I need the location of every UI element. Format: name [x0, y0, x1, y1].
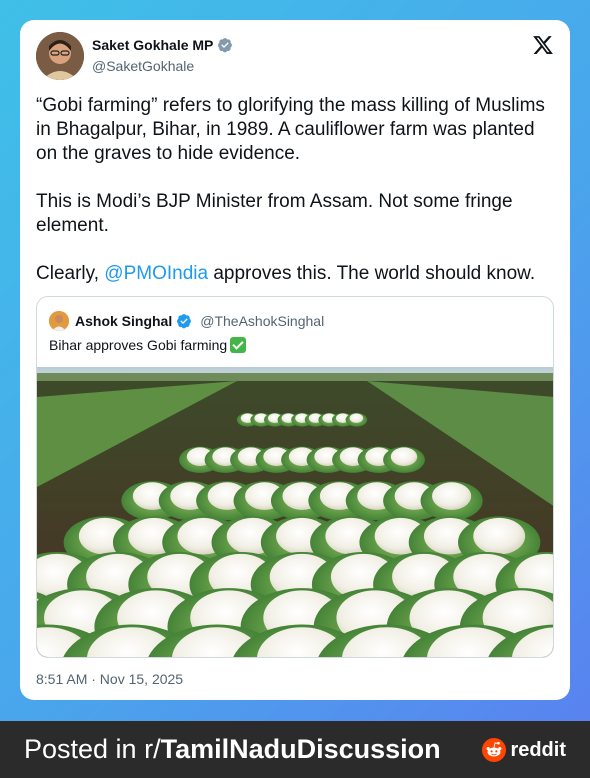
- quoted-tweet-text-row: Bihar approves Gobi farming: [49, 337, 247, 353]
- reddit-logo-icon: [482, 738, 507, 762]
- reddit-brand[interactable]: reddit: [482, 738, 566, 762]
- tweet-timestamp[interactable]: 8:51 AM · Nov 15, 2025: [36, 671, 183, 687]
- cauliflower-field-image[interactable]: [37, 367, 554, 658]
- posted-in-prefix: Posted in r/: [24, 734, 161, 764]
- cauliflower-plant: [420, 481, 483, 521]
- author-handle[interactable]: @SaketGokhale: [92, 58, 194, 74]
- x-logo-icon[interactable]: [532, 34, 554, 56]
- reddit-footer-bar: Posted in r/TamilNaduDiscussion reddit: [0, 721, 590, 778]
- quoted-tweet-text: Bihar approves Gobi farming: [49, 337, 228, 353]
- cauliflower-plant: [345, 412, 368, 427]
- quoted-tweet[interactable]: Ashok Singhal @TheAshokSinghal Bihar app…: [36, 296, 554, 658]
- tweet-card: Saket Gokhale MP @SaketGokhale “Gobi far…: [20, 20, 570, 700]
- author-name[interactable]: Saket Gokhale MP: [92, 37, 213, 53]
- author-name-row: Saket Gokhale MP: [92, 37, 233, 53]
- reddit-wordmark: reddit: [510, 738, 566, 761]
- quoted-author-name[interactable]: Ashok Singhal: [75, 313, 172, 329]
- quoted-author-avatar[interactable]: [49, 311, 69, 331]
- author-avatar[interactable]: [36, 32, 84, 80]
- subreddit-link[interactable]: TamilNaduDiscussion: [161, 734, 441, 764]
- mention-link[interactable]: @PMOIndia: [104, 263, 208, 284]
- tweet-text-part2: approves this. The world should know.: [208, 263, 536, 284]
- quoted-tweet-header: Ashok Singhal @TheAshokSinghal: [49, 311, 324, 331]
- quoted-author-handle[interactable]: @TheAshokSinghal: [200, 313, 324, 329]
- cauliflower-plant: [383, 446, 425, 473]
- tweet-text: “Gobi farming” refers to glorifying the …: [36, 94, 558, 286]
- tweet-text-part1: “Gobi farming” refers to glorifying the …: [36, 95, 545, 284]
- verified-badge-icon: [218, 38, 233, 53]
- verified-badge-icon: [177, 314, 192, 329]
- posted-in-label: Posted in r/TamilNaduDiscussion: [24, 734, 441, 765]
- check-mark-emoji-icon: [230, 337, 247, 353]
